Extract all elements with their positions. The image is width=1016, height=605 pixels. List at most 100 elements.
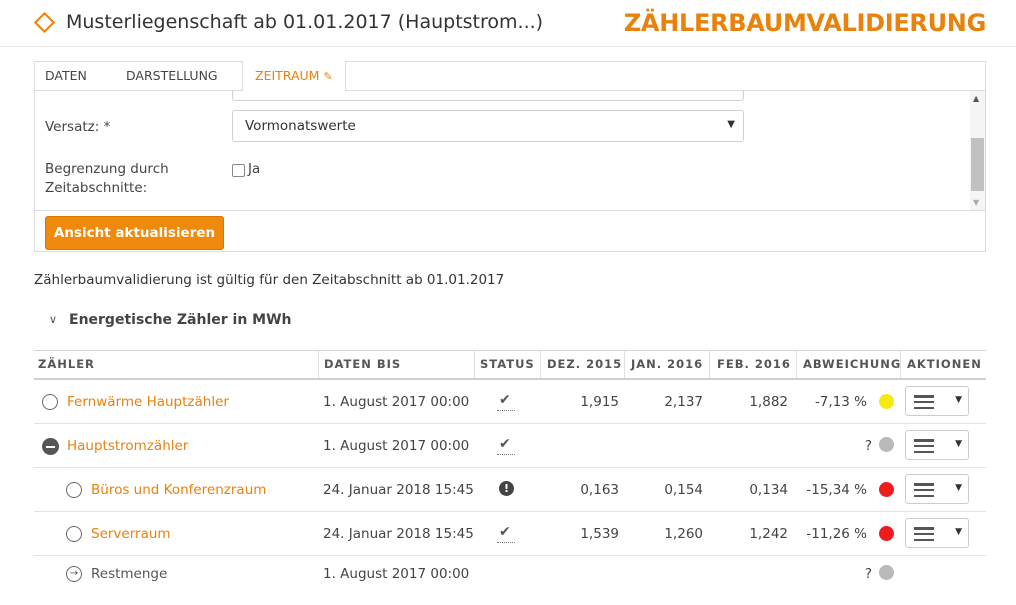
meter-name-link[interactable]: Büros und Konferenzraum — [91, 482, 266, 498]
actions-dropdown[interactable]: ▼ — [905, 386, 969, 416]
tab-darstellung[interactable]: DARSTELLUNG — [126, 61, 218, 91]
update-view-button[interactable]: Ansicht aktualisieren — [45, 216, 224, 250]
col-separator — [900, 351, 901, 378]
col-abweichung[interactable]: ABWEICHUNG — [803, 357, 901, 371]
col-aktionen[interactable]: AKTIONEN — [907, 357, 982, 371]
scroll-down-icon[interactable]: ▼ — [973, 198, 979, 207]
daten-bis-value: 24. Januar 2018 15:45 — [323, 526, 474, 542]
form-area: Versatz: * Vormonatswerte ▼ Begrenzung d… — [35, 91, 985, 211]
status-dot-grey — [879, 565, 894, 580]
diamond-icon — [33, 11, 56, 34]
begrenzung-label-line1: Begrenzung durch — [45, 161, 169, 177]
header-divider — [0, 46, 1016, 47]
col-zaehler[interactable]: ZÄHLER — [38, 357, 95, 371]
daten-bis-value: 1. August 2017 00:00 — [323, 566, 470, 582]
value-dez-2015: 0,163 — [580, 482, 619, 498]
scroll-up-icon[interactable]: ▲ — [973, 94, 979, 103]
value-feb-2016: 1,882 — [749, 394, 788, 410]
scrollbar-thumb[interactable] — [971, 138, 984, 191]
col-status[interactable]: STATUS — [480, 357, 535, 371]
col-feb-2016[interactable]: FEB. 2016 — [717, 357, 791, 371]
row-divider — [34, 511, 986, 512]
property-title[interactable]: Musterliegenschaft ab 01.01.2017 (Haupts… — [66, 11, 543, 33]
tab-bar: DATEN DARSTELLUNG ZEITRAUM ✎ — [34, 61, 986, 91]
hamburger-menu-icon — [914, 527, 934, 542]
actions-dropdown[interactable]: ▼ — [905, 518, 969, 548]
checkmark-icon: ✔ — [499, 392, 511, 408]
abweichung-value: ? — [864, 566, 872, 582]
chevron-down-icon[interactable]: ∨ — [49, 313, 57, 326]
versatz-select[interactable]: Vormonatswerte ▼ — [232, 110, 744, 142]
meter-name-link[interactable]: Serverraum — [91, 526, 171, 542]
col-separator — [624, 351, 625, 378]
tab-zeitraum[interactable]: ZEITRAUM ✎ — [242, 61, 346, 91]
col-separator — [709, 351, 710, 378]
hamburger-menu-icon — [914, 439, 934, 454]
table-header-border — [34, 378, 986, 380]
row-divider — [34, 555, 986, 556]
caret-down-icon: ▼ — [955, 439, 962, 449]
col-dez-2015[interactable]: DEZ. 2015 — [547, 357, 622, 371]
col-jan-2016[interactable]: JAN. 2016 — [631, 357, 703, 371]
value-feb-2016: 1,242 — [749, 526, 788, 542]
exclamation-icon: ! — [499, 481, 514, 496]
table-top-border — [34, 350, 986, 351]
status-underline — [497, 542, 515, 543]
value-jan-2016: 0,154 — [664, 482, 703, 498]
status-dot-yellow — [879, 394, 894, 409]
hamburger-menu-icon — [914, 395, 934, 410]
caret-down-icon: ▼ — [955, 527, 962, 537]
col-separator — [540, 351, 541, 378]
value-jan-2016: 2,137 — [664, 394, 703, 410]
form-scrollbar[interactable]: ▲ ▼ — [970, 91, 985, 210]
tab-daten[interactable]: DATEN — [45, 61, 87, 91]
hamburger-menu-icon — [914, 483, 934, 498]
abweichung-value: -15,34 % — [806, 482, 867, 498]
section-title[interactable]: Energetische Zähler in MWh — [69, 312, 292, 328]
value-feb-2016: 0,134 — [749, 482, 788, 498]
app-title: ZÄHLERBAUMVALIDIERUNG — [623, 9, 986, 37]
row-select-radio[interactable] — [42, 394, 58, 410]
abweichung-value: -11,26 % — [806, 526, 867, 542]
checkmark-icon: ✔ — [499, 436, 511, 452]
row-select-radio[interactable] — [66, 526, 82, 542]
actions-dropdown[interactable]: ▼ — [905, 430, 969, 460]
abweichung-value: ? — [864, 438, 872, 454]
checkmark-icon: ✔ — [499, 524, 511, 540]
chevron-down-icon: ▼ — [727, 119, 735, 130]
status-underline — [497, 454, 515, 455]
abweichung-value: -7,13 % — [814, 394, 867, 410]
row-divider — [34, 423, 986, 424]
caret-down-icon: ▼ — [955, 395, 962, 405]
status-dot-red — [879, 482, 894, 497]
value-jan-2016: 1,260 — [664, 526, 703, 542]
caret-down-icon: ▼ — [955, 483, 962, 493]
collapse-icon[interactable] — [42, 438, 59, 455]
versatz-label: Versatz: * — [45, 119, 111, 135]
status-dot-red — [879, 526, 894, 541]
status-underline — [497, 410, 515, 411]
daten-bis-value: 1. August 2017 00:00 — [323, 438, 470, 454]
col-daten-bis[interactable]: DATEN BIS — [324, 357, 401, 371]
col-separator — [796, 351, 797, 378]
col-separator — [318, 351, 319, 378]
begrenzung-checkbox-label: Ja — [248, 161, 261, 177]
begrenzung-label-line2: Zeitabschnitte: — [45, 180, 148, 196]
begrenzung-checkbox[interactable] — [232, 164, 245, 177]
tab-zeitraum-label: ZEITRAUM — [255, 68, 320, 83]
arrow-right-circle-icon: → — [66, 566, 82, 582]
previous-select[interactable] — [232, 91, 744, 101]
pencil-icon: ✎ — [323, 70, 333, 83]
meter-name: Restmenge — [91, 566, 168, 582]
value-dez-2015: 1,539 — [580, 526, 619, 542]
status-dot-grey — [879, 437, 894, 452]
meter-name-link[interactable]: Fernwärme Hauptzähler — [67, 394, 229, 410]
versatz-value: Vormonatswerte — [245, 118, 356, 134]
actions-dropdown[interactable]: ▼ — [905, 474, 969, 504]
col-separator — [474, 351, 475, 378]
daten-bis-value: 24. Januar 2018 15:45 — [323, 482, 474, 498]
row-select-radio[interactable] — [66, 482, 82, 498]
daten-bis-value: 1. August 2017 00:00 — [323, 394, 470, 410]
meter-name-link[interactable]: Hauptstromzähler — [67, 438, 188, 454]
row-divider — [34, 467, 986, 468]
